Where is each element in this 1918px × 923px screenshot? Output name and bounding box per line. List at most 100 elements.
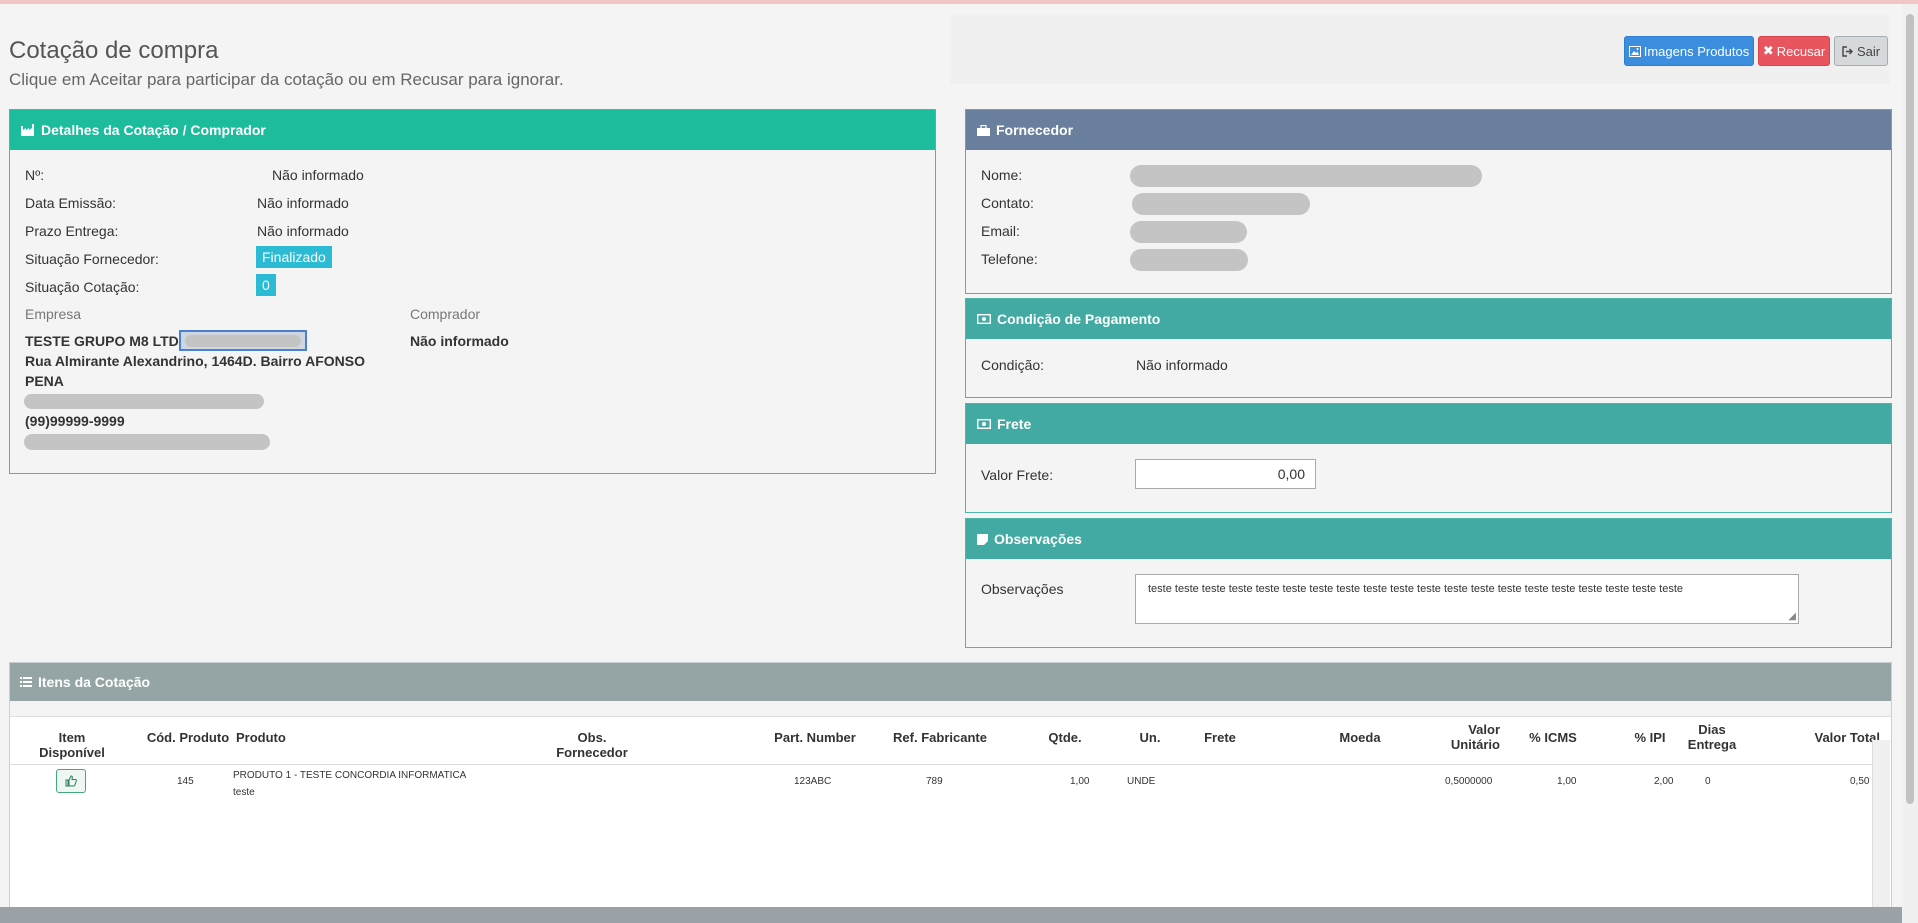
money-icon — [977, 314, 991, 324]
condicao-value: Não informado — [1136, 357, 1228, 373]
situacao-fornecedor-label: Situação Fornecedor: — [25, 251, 159, 267]
comprador-value: Não informado — [410, 333, 509, 349]
prazo-entrega-label: Prazo Entrega: — [25, 223, 119, 239]
list-icon — [20, 677, 32, 687]
col-item-disponivel: Item Disponível — [39, 730, 105, 760]
row-ref-fabricante: 789 — [926, 776, 943, 787]
items-scrollbar[interactable] — [1872, 740, 1890, 923]
details-panel-header: Detalhes da Cotação / Comprador — [10, 110, 935, 150]
row-produto: PRODUTO 1 - TESTE CONCORDIA INFORMATICA — [233, 770, 467, 781]
row-produto-desc: teste — [233, 787, 255, 798]
valor-frete-input[interactable]: 0,00 — [1135, 459, 1316, 489]
top-border — [0, 0, 1918, 4]
col-qtde: Qtde. — [1048, 730, 1082, 745]
valor-frete-label: Valor Frete: — [981, 467, 1054, 483]
data-emissao-label: Data Emissão: — [25, 195, 117, 211]
items-panel: Itens da Cotação Item Disponível Cód. Pr… — [9, 662, 1892, 923]
item-available-button[interactable] — [56, 769, 86, 793]
observacoes-panel-title: Observações — [994, 531, 1082, 547]
briefcase-icon — [977, 124, 990, 136]
refuse-button[interactable]: ✖ Recusar — [1758, 36, 1830, 66]
row-part-number: 123ABC — [794, 776, 832, 787]
col-obs-fornecedor: Obs. Fornecedor — [556, 730, 628, 760]
thumbs-up-icon — [65, 775, 77, 787]
col-frete: Frete — [1204, 730, 1236, 745]
row-valor-total: 0,50 — [1850, 776, 1870, 787]
col-produto: Produto — [236, 730, 286, 745]
empresa-address-1: Rua Almirante Alexandrino, 1464D. Bairro… — [25, 353, 365, 369]
sign-out-icon — [1842, 45, 1853, 57]
empresa-site-redacted — [24, 434, 270, 450]
fornecedor-panel-title: Fornecedor — [996, 122, 1074, 138]
row-ipi: 2,00 — [1654, 776, 1674, 787]
pagamento-panel-header: Condição de Pagamento — [966, 299, 1891, 339]
image-icon — [1628, 45, 1641, 57]
col-cod-produto: Cód. Produto — [146, 730, 230, 745]
pagamento-panel-title: Condição de Pagamento — [997, 311, 1161, 327]
horizontal-scrollbar[interactable] — [0, 907, 1902, 923]
items-panel-header: Itens da Cotação — [10, 663, 1891, 701]
exit-button[interactable]: Sair — [1834, 36, 1888, 66]
row-dias-entrega: 0 — [1705, 776, 1711, 787]
details-panel-title: Detalhes da Cotação / Comprador — [41, 122, 266, 138]
frete-panel-title: Frete — [997, 416, 1032, 432]
page-title: Cotação de compra — [9, 37, 219, 64]
empresa-cnpj-redacted — [179, 330, 307, 351]
refuse-label: Recusar — [1776, 43, 1826, 59]
fornecedor-email-label: Email: — [981, 223, 1020, 239]
row-qtde: 1,00 — [1070, 776, 1090, 787]
row-valor-unitario: 0,5000000 — [1445, 776, 1493, 787]
sticky-note-icon — [977, 533, 988, 545]
prazo-entrega-value: Não informado — [257, 223, 349, 239]
col-dias-entrega: Dias Entrega — [1682, 722, 1742, 752]
situacao-cotacao-badge: 0 — [256, 274, 276, 296]
situacao-fornecedor-badge: Finalizado — [256, 246, 332, 268]
industry-icon — [21, 124, 34, 136]
col-dias-entrega-line1: Dias — [1698, 722, 1726, 737]
items-spacer — [10, 701, 1891, 717]
row-icms: 1,00 — [1557, 776, 1577, 787]
col-valor-total: Valor Total — [1814, 730, 1881, 745]
fornecedor-telefone-redacted — [1130, 249, 1248, 271]
col-moeda: Moeda — [1339, 730, 1381, 745]
table-header-divider — [10, 764, 1881, 765]
details-panel: Detalhes da Cotação / Comprador Nº: Não … — [9, 109, 936, 474]
empresa-name: TESTE GRUPO M8 LTDA — [25, 333, 189, 349]
data-emissao-value: Não informado — [257, 195, 349, 211]
fornecedor-nome-redacted — [1130, 165, 1482, 187]
col-un: Un. — [1139, 730, 1161, 745]
empresa-email-redacted — [24, 394, 264, 409]
fornecedor-panel-header: Fornecedor — [966, 110, 1891, 150]
observacoes-text: teste teste teste teste teste teste test… — [1148, 583, 1684, 595]
fornecedor-email-redacted — [1130, 221, 1247, 243]
images-products-label: Imagens Produtos — [1643, 43, 1750, 59]
page-scrollbar-thumb[interactable] — [1906, 14, 1914, 804]
pagamento-panel: Condição de Pagamento Condição: Não info… — [965, 298, 1892, 398]
items-panel-title: Itens da Cotação — [38, 674, 151, 690]
page-subtitle: Clique em Aceitar para participar da cot… — [9, 70, 564, 89]
frete-panel-header: Frete — [966, 404, 1891, 444]
frete-panel: Frete Valor Frete: — [965, 403, 1892, 513]
fornecedor-panel: Fornecedor Nome: Contato: Email: Telefon… — [965, 109, 1892, 294]
fornecedor-nome-label: Nome: — [981, 167, 1023, 183]
resize-grip-icon[interactable]: ◢ — [1788, 612, 1796, 622]
page-scrollbar[interactable] — [1902, 4, 1918, 923]
observacoes-panel-header: Observações — [966, 519, 1891, 559]
col-icms: % ICMS — [1529, 730, 1577, 745]
col-dias-entrega-line2: Entrega — [1687, 737, 1737, 752]
observacoes-textarea[interactable]: teste teste teste teste teste teste test… — [1135, 574, 1799, 624]
comprador-label: Comprador — [410, 306, 481, 322]
situacao-cotacao-label: Situação Cotação: — [25, 279, 140, 295]
empresa-address-2: PENA — [25, 373, 64, 389]
empresa-label: Empresa — [25, 306, 82, 322]
fornecedor-contato-label: Contato: — [981, 195, 1034, 211]
numero-label: Nº: — [25, 167, 45, 183]
images-products-button[interactable]: Imagens Produtos — [1624, 36, 1754, 66]
col-valor-unitario: Valor Unitário — [1430, 722, 1500, 752]
empresa-phone: (99)99999-9999 — [25, 413, 125, 429]
col-valor-unitario-line2: Unitário — [1450, 737, 1500, 752]
numero-value: Não informado — [272, 167, 364, 183]
row-cod-produto: 145 — [177, 776, 194, 787]
col-ref-fabricante: Ref. Fabricante — [893, 730, 987, 745]
col-ipi: % IPI — [1634, 730, 1666, 745]
